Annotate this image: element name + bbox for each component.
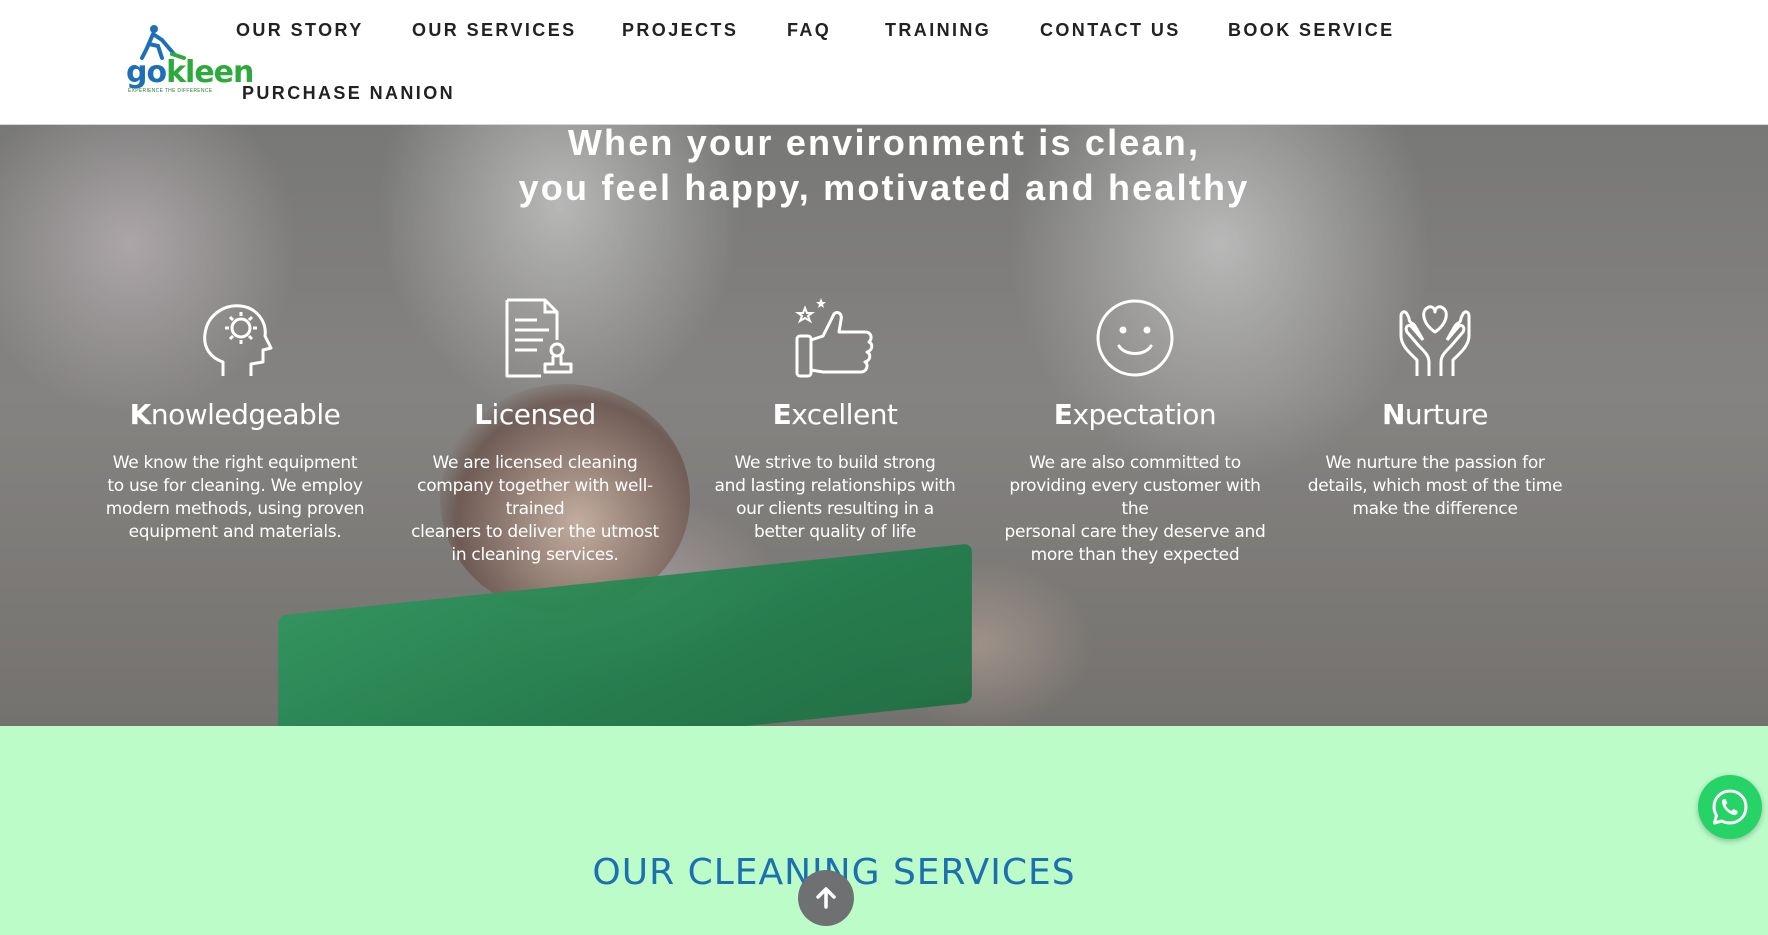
nav-purchase-nanion[interactable]: PURCHASE NANION <box>242 83 455 104</box>
feature-licensed: Licensed We are licensed cleaning compan… <box>395 296 675 567</box>
thumbs-up-stars-icon <box>795 298 874 378</box>
hands-heart-icon <box>1399 305 1471 376</box>
hero-section: When your environment is clean, you feel… <box>0 124 1768 726</box>
feature-title: Licensed <box>474 398 596 431</box>
feature-title: Expectation <box>1053 398 1217 431</box>
logo-wordmark: gokleen <box>126 55 254 90</box>
arrow-up-icon <box>816 887 836 909</box>
feature-excellent: Excellent We strive to build strong and … <box>695 296 975 544</box>
feature-description: We know the right equipment to use for c… <box>105 453 365 542</box>
nav-contact-us[interactable]: CONTACT US <box>1040 20 1181 41</box>
feature-knowledgeable: Knowledgeable We know the right equipmen… <box>95 296 375 544</box>
feature-title: Knowledgeable <box>129 398 341 431</box>
head-gear-icon <box>203 304 273 376</box>
feature-description: We are also committed to providing every… <box>1004 453 1266 565</box>
certificate-stamp-icon <box>505 298 573 378</box>
scroll-to-top-button[interactable] <box>798 870 854 926</box>
feature-title: Nurture <box>1381 398 1489 431</box>
nav-faq[interactable]: FAQ <box>787 20 831 41</box>
site-header: gokleen EXPERIENCE THE DIFFERENCE OUR ST… <box>0 0 1768 125</box>
nav-our-story[interactable]: OUR STORY <box>236 20 364 41</box>
hero-headline-line2: you feel happy, motivated and healthy <box>518 167 1250 208</box>
gokleen-logo[interactable]: gokleen EXPERIENCE THE DIFFERENCE <box>126 24 254 96</box>
hero-headline-line1: When your environment is clean, <box>567 124 1201 163</box>
services-section: OUR CLEANING SERVICES <box>0 726 1768 935</box>
feature-expectation: Expectation We are also committed to pro… <box>995 296 1275 567</box>
feature-description: We nurture the passion for details, whic… <box>1307 453 1563 519</box>
whatsapp-icon <box>1712 789 1748 825</box>
nav-our-services[interactable]: OUR SERVICES <box>412 20 577 41</box>
whatsapp-chat-button[interactable] <box>1698 775 1762 839</box>
nav-training[interactable]: TRAINING <box>885 20 991 41</box>
smiley-face-icon <box>1096 299 1174 377</box>
feature-title: Excellent <box>772 398 898 431</box>
feature-description: We strive to build strong and lasting re… <box>714 453 956 542</box>
feature-description: We are licensed cleaning company togethe… <box>411 453 659 565</box>
nav-projects[interactable]: PROJECTS <box>622 20 738 41</box>
nav-book-service[interactable]: BOOK SERVICE <box>1228 20 1395 41</box>
feature-nurture: Nurture We nurture the passion for detai… <box>1295 296 1575 521</box>
logo-tagline: EXPERIENCE THE DIFFERENCE <box>128 88 213 94</box>
